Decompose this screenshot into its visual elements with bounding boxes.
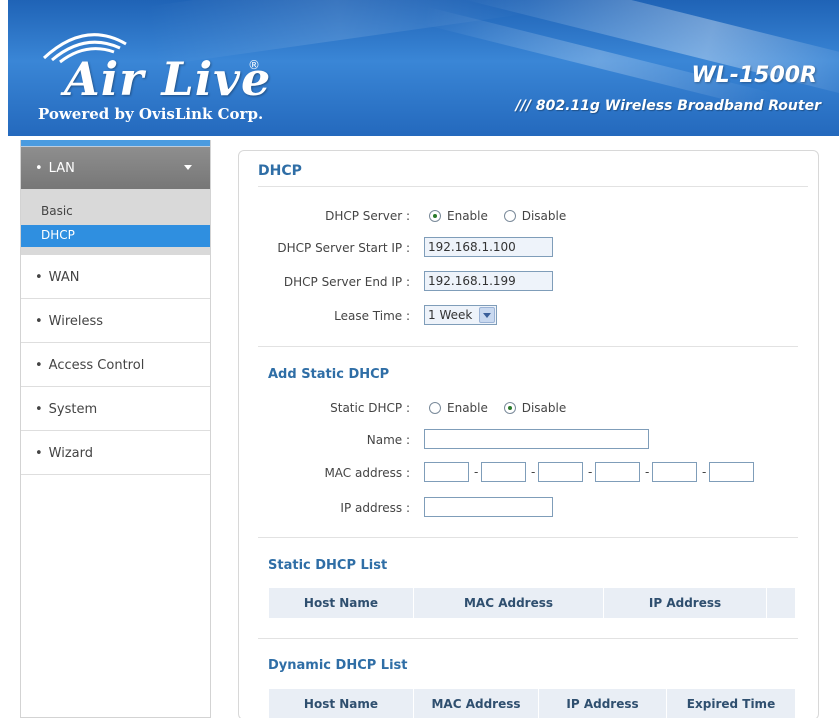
divider bbox=[258, 186, 808, 187]
dhcp-server-disable-radio[interactable]: Disable bbox=[503, 209, 567, 223]
dhcp-start-ip-input[interactable]: 192.168.1.100 bbox=[424, 237, 553, 257]
mac-octet-5-input[interactable] bbox=[652, 462, 697, 482]
bullet-icon: • bbox=[35, 161, 43, 176]
dynamic-dhcp-list-header: Host Name MAC Address IP Address Expired… bbox=[269, 689, 795, 718]
divider bbox=[258, 346, 798, 347]
sidebar-item-label: WAN bbox=[48, 270, 80, 285]
logo-text: Air Live bbox=[64, 52, 272, 106]
ip-address-label: IP address : bbox=[340, 501, 410, 515]
sidebar-item-label: LAN bbox=[48, 161, 75, 176]
chevron-down-icon bbox=[479, 307, 495, 323]
radio-checked-icon bbox=[429, 210, 441, 222]
name-label: Name : bbox=[366, 433, 410, 447]
mac-address-label: MAC address : bbox=[324, 466, 410, 480]
airlive-logo: Air Live ® Powered by OvisLink Corp. bbox=[34, 24, 274, 124]
dhcp-server-radio-group: Enable Disable bbox=[429, 209, 578, 223]
mac-separator: - bbox=[645, 465, 650, 479]
column-header-mac-address: MAC Address bbox=[414, 588, 604, 618]
mac-octet-6-input[interactable] bbox=[709, 462, 754, 482]
ip-address-input[interactable] bbox=[424, 497, 553, 517]
radio-unchecked-icon bbox=[429, 402, 441, 414]
sidebar-subitem-dhcp[interactable]: DHCP bbox=[21, 225, 210, 247]
section-title-dynamic-dhcp-list: Dynamic DHCP List bbox=[268, 658, 408, 673]
header-banner: Air Live ® Powered by OvisLink Corp. WL-… bbox=[8, 0, 839, 136]
column-header-ip-address: IP Address bbox=[604, 588, 767, 618]
mac-octet-3-input[interactable] bbox=[538, 462, 583, 482]
mac-separator: - bbox=[702, 465, 707, 479]
mac-octet-2-input[interactable] bbox=[481, 462, 526, 482]
dhcp-server-label: DHCP Server : bbox=[325, 209, 410, 223]
dhcp-start-ip-label: DHCP Server Start IP : bbox=[277, 241, 410, 255]
sidebar-item-wan[interactable]: • WAN bbox=[21, 255, 210, 299]
sidebar-item-access-control[interactable]: • Access Control bbox=[21, 343, 210, 387]
column-header-host-name: Host Name bbox=[269, 588, 414, 618]
sidebar-item-label: Access Control bbox=[48, 358, 145, 373]
radio-unchecked-icon bbox=[503, 210, 516, 222]
bullet-icon: • bbox=[35, 270, 43, 285]
static-dhcp-label: Static DHCP : bbox=[330, 401, 410, 415]
logo-subtitle: Powered by OvisLink Corp. bbox=[38, 105, 264, 123]
static-dhcp-radio-group: Enable Disable bbox=[429, 401, 578, 415]
product-tagline: /// 802.11g Wireless Broadband Router bbox=[515, 98, 821, 114]
dhcp-end-ip-input[interactable]: 192.168.1.199 bbox=[424, 271, 553, 291]
registered-mark: ® bbox=[248, 58, 260, 72]
lease-time-label: Lease Time : bbox=[334, 309, 410, 323]
radio-label: Enable bbox=[447, 401, 488, 415]
sidebar-subitem-basic[interactable]: Basic bbox=[21, 201, 210, 223]
bullet-icon: • bbox=[35, 358, 43, 373]
sidebar: • LAN Basic DHCP • WAN • Wireless • Access C… bbox=[20, 140, 211, 718]
content-panel: DHCP DHCP Server : Enable Disable DHCP S… bbox=[238, 150, 819, 718]
section-title-dhcp: DHCP bbox=[258, 163, 302, 179]
lease-time-value: 1 Week bbox=[428, 308, 473, 322]
sidebar-item-wizard[interactable]: • Wizard bbox=[21, 431, 210, 475]
mac-separator: - bbox=[588, 465, 593, 479]
sidebar-item-wireless[interactable]: • Wireless bbox=[21, 299, 210, 343]
column-header-mac-address: MAC Address bbox=[414, 689, 539, 718]
name-input[interactable] bbox=[424, 429, 649, 449]
column-header-blank bbox=[767, 588, 795, 618]
divider bbox=[258, 537, 798, 538]
dhcp-end-ip-label: DHCP Server End IP : bbox=[283, 275, 410, 289]
column-header-expired-time: Expired Time bbox=[686, 697, 776, 711]
lease-time-select[interactable]: 1 Week bbox=[424, 305, 497, 325]
sidebar-item-label: Wizard bbox=[48, 446, 94, 461]
column-header-ip-address: IP Address bbox=[539, 689, 667, 718]
static-dhcp-disable-radio[interactable]: Disable bbox=[503, 401, 567, 415]
column-header-host-name: Host Name bbox=[269, 689, 414, 718]
mac-separator: - bbox=[531, 465, 536, 479]
sidebar-top-accent bbox=[21, 140, 210, 147]
sidebar-item-label: System bbox=[48, 402, 98, 417]
bullet-icon: • bbox=[35, 402, 43, 417]
static-dhcp-list-header: Host Name MAC Address IP Address bbox=[269, 588, 795, 618]
mac-octet-4-input[interactable] bbox=[595, 462, 640, 482]
radio-checked-icon bbox=[503, 402, 516, 414]
sidebar-item-system[interactable]: • System bbox=[21, 387, 210, 431]
model-name: WL-1500R bbox=[691, 63, 817, 88]
mac-separator: - bbox=[474, 465, 479, 479]
lan-submenu: Basic DHCP bbox=[21, 189, 210, 255]
sidebar-item-lan[interactable]: • LAN bbox=[21, 147, 210, 189]
radio-label: Enable bbox=[447, 209, 488, 223]
section-title-static-dhcp-list: Static DHCP List bbox=[268, 558, 388, 573]
divider bbox=[258, 638, 798, 639]
sidebar-item-label: Wireless bbox=[48, 314, 104, 329]
chevron-down-icon bbox=[184, 165, 192, 170]
radio-label: Disable bbox=[521, 209, 567, 223]
section-title-add-static-dhcp: Add Static DHCP bbox=[268, 367, 390, 382]
static-dhcp-enable-radio[interactable]: Enable bbox=[429, 401, 488, 415]
bullet-icon: • bbox=[35, 314, 43, 329]
mac-octet-1-input[interactable] bbox=[424, 462, 469, 482]
radio-label: Disable bbox=[521, 401, 567, 415]
dhcp-server-enable-radio[interactable]: Enable bbox=[429, 209, 488, 223]
bullet-icon: • bbox=[35, 446, 43, 461]
